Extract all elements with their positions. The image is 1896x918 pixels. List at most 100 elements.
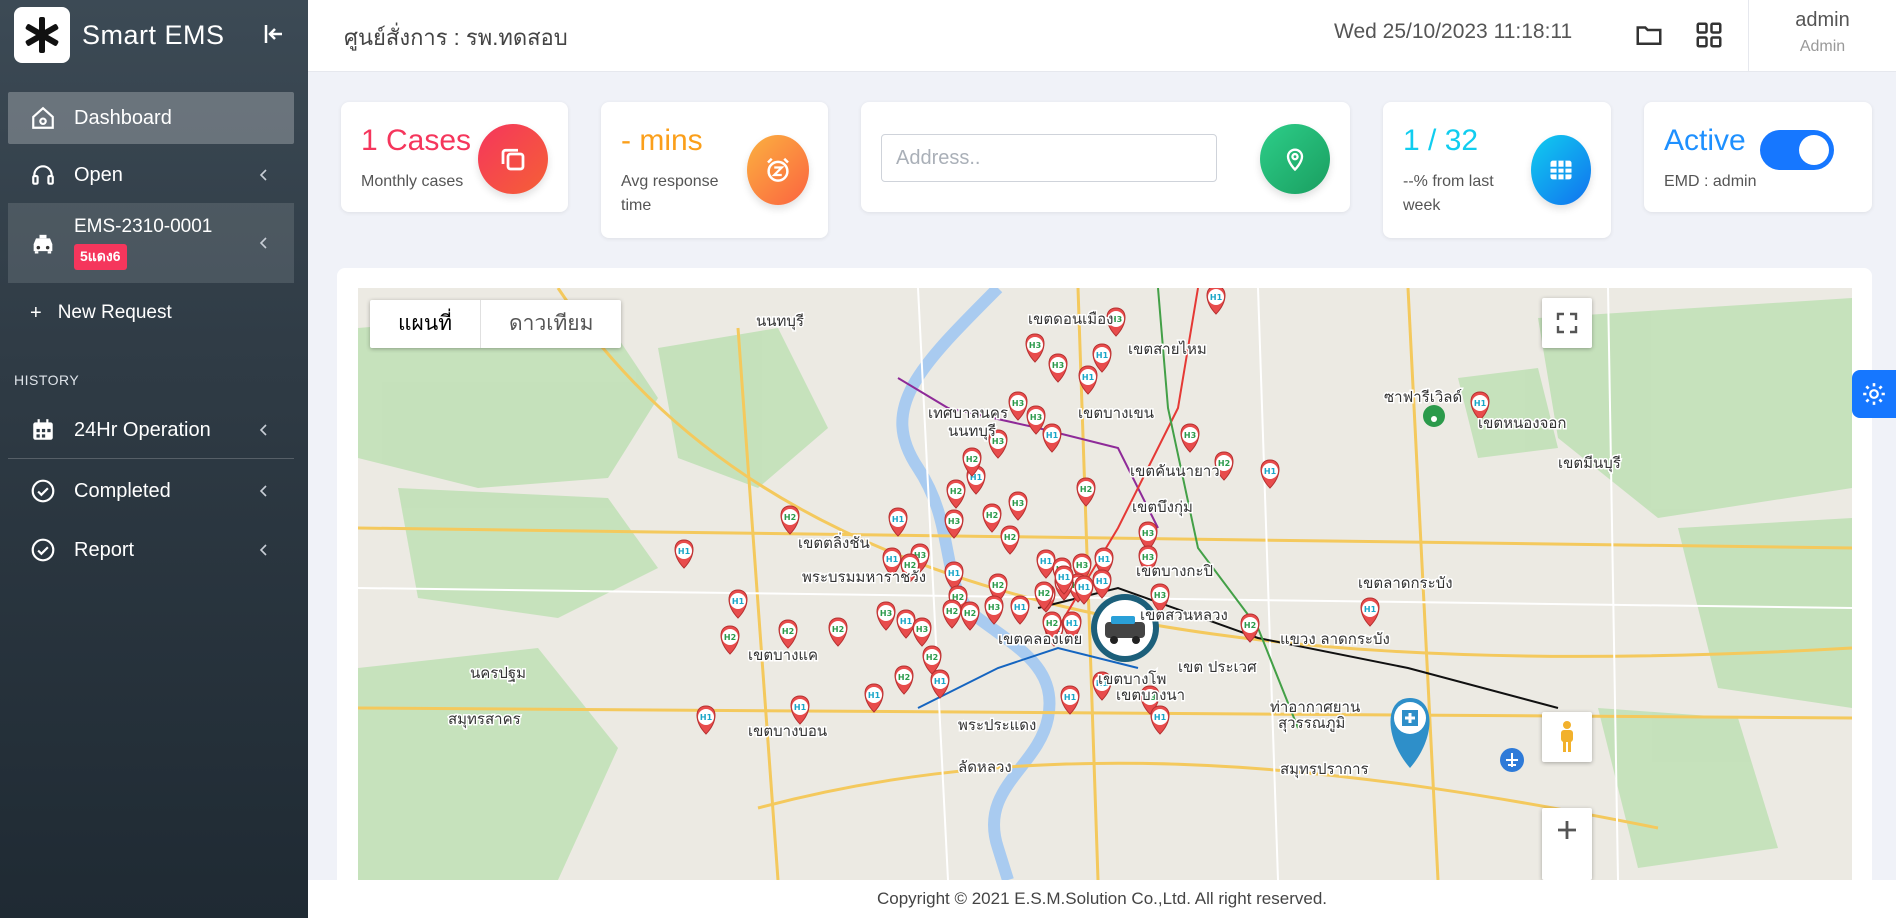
map-place-label: เขตดอนเมือง — [1028, 310, 1113, 328]
apps-grid-icon[interactable] — [1694, 20, 1724, 50]
monthly-cases-card: 1 Cases Monthly cases — [341, 102, 568, 212]
settings-button[interactable] — [1852, 370, 1896, 418]
divider — [8, 458, 294, 459]
new-request-button[interactable]: + New Request — [8, 290, 294, 336]
incident-marker-label: H3 — [1029, 341, 1041, 350]
incident-marker-label: H3 — [1012, 399, 1024, 408]
chevron-left-icon — [259, 485, 267, 497]
check-circle-icon — [28, 476, 58, 506]
incident-marker-label: H3 — [1076, 561, 1088, 570]
map-place-label: เขตสายไหม — [1128, 340, 1207, 358]
incident-marker-label: H3 — [1184, 431, 1196, 440]
sidebar-item-label: Report — [74, 538, 135, 561]
sidebar: Smart EMS Dashboard Open EMS-2310-0001 5… — [0, 0, 308, 918]
incident-marker-label: H2 — [724, 633, 736, 642]
gear-icon — [1863, 383, 1885, 405]
incident-marker-label: H1 — [892, 515, 905, 524]
map-place-label: เขตสวนหลวง — [1140, 606, 1228, 624]
chevron-left-icon — [259, 544, 267, 556]
sidebar-item-report[interactable]: Report — [8, 525, 294, 575]
incident-marker-label: H2 — [926, 653, 938, 662]
response-value: - mins — [621, 124, 703, 157]
map-place-label: สุวรรณภูมิ — [1278, 714, 1345, 733]
status-card: Active EMD : admin — [1644, 102, 1872, 212]
incident-marker-label: H2 — [1244, 621, 1256, 630]
user-menu[interactable]: admin Admin — [1748, 0, 1896, 72]
case-info: EMS-2310-0001 5แดง6 — [74, 216, 212, 270]
response-label-line1: Avg response — [621, 173, 719, 190]
plus-icon — [1558, 821, 1576, 839]
current-datetime: Wed 25/10/2023 11:18:11 — [1334, 20, 1573, 43]
status-value: Active — [1664, 124, 1746, 157]
user-name: admin — [1795, 9, 1850, 31]
incident-marker-label: H1 — [1058, 573, 1071, 582]
page-title: ศูนย์สั่งการ : รพ.ทดสอบ — [344, 25, 568, 50]
response-label-line2: time — [621, 197, 652, 214]
incident-map[interactable]: H1 H3 H3 H3 H1 H1 H3 H3 H1 H3 H3 H2 H1 H1 H2 H1 H2 H3 H2 H3… — [358, 288, 1852, 880]
weekly-label: --% from last week — [1403, 170, 1494, 218]
street-view-button[interactable] — [1542, 712, 1592, 762]
map-place-label: เขต ประเวศ — [1178, 658, 1257, 676]
top-header: ศูนย์สั่งการ : รพ.ทดสอบ Wed 25/10/2023 1… — [308, 0, 1896, 72]
fullscreen-icon — [1556, 312, 1578, 334]
incident-marker-label: H1 — [700, 713, 713, 722]
sidebar-item-24hr-operation[interactable]: 24Hr Operation — [8, 406, 294, 454]
incident-marker-label: H3 — [1012, 499, 1024, 508]
map-type-tabs: แผนที่ ดาวเทียม — [370, 300, 622, 348]
map-place-label: เขตบางบอน — [748, 722, 827, 740]
tab-satellite[interactable]: ดาวเทียม — [481, 300, 621, 348]
incident-marker-label: H2 — [964, 609, 976, 618]
map-place-label: เขตตลิ่งชัน — [798, 532, 870, 552]
location-pin-button[interactable] — [1260, 124, 1330, 194]
incident-marker-label: H1 — [678, 547, 691, 556]
star-of-life-icon — [25, 17, 59, 53]
incident-marker-label: H1 — [1078, 583, 1091, 592]
case-id: EMS-2310-0001 — [74, 216, 213, 237]
response-label: Avg response time — [621, 170, 719, 218]
incident-marker-label: H1 — [1082, 373, 1095, 382]
user-role: Admin — [1799, 38, 1846, 55]
avg-response-card: - mins Avg response time — [601, 102, 828, 238]
incident-marker-label: H1 — [1014, 603, 1027, 612]
fullscreen-button[interactable] — [1542, 298, 1592, 348]
incident-marker-label: H1 — [1040, 557, 1053, 566]
cases-value: 1 Cases — [361, 124, 472, 157]
map-canvas[interactable]: H1H3H3H3H1H1H3H3H1H3H3H2H1H1H2H1H2H3H2H3… — [358, 288, 1852, 880]
sidebar-item-case[interactable]: EMS-2310-0001 5แดง6 — [8, 203, 294, 283]
map-place-label: เทศบาลนคร — [928, 404, 1008, 422]
map-place-label: เขตบางเขน — [1078, 404, 1154, 422]
sidebar-item-label: Open — [74, 163, 123, 186]
incident-marker-label: H1 — [948, 569, 961, 578]
map-place-label: นนทบุรี — [756, 312, 804, 331]
map-place-label: สมุทรปราการ — [1280, 760, 1369, 779]
map-place-label: เขตบางนา — [1116, 686, 1185, 704]
tab-map[interactable]: แผนที่ — [370, 300, 482, 348]
folder-icon[interactable] — [1634, 20, 1664, 50]
address-input[interactable] — [881, 134, 1217, 182]
incident-marker-label: H3 — [1052, 361, 1064, 370]
active-toggle[interactable] — [1760, 130, 1834, 170]
copy-icon — [478, 124, 548, 194]
toggle-knob — [1799, 135, 1829, 165]
footer: Copyright © 2021 E.S.M.Solution Co.,Ltd.… — [308, 880, 1896, 918]
sidebar-item-open[interactable]: Open — [8, 150, 294, 200]
map-place-label: เขตบางแค — [748, 646, 818, 664]
zoom-in-button[interactable] — [1542, 808, 1592, 880]
pegman-icon — [1561, 721, 1573, 752]
incident-marker-label: H1 — [868, 691, 881, 700]
incident-marker-label: H2 — [1038, 589, 1050, 598]
collapse-sidebar-icon[interactable] — [262, 22, 286, 46]
grid-table-icon — [1531, 135, 1591, 205]
sidebar-item-label: Completed — [74, 479, 171, 502]
map-place-label: เขตคันนายาว — [1130, 462, 1220, 480]
weekly-stat-card: 1 / 32 --% from last week — [1383, 102, 1611, 238]
ambulance-marker[interactable] — [1091, 594, 1159, 662]
plus-icon: + — [30, 301, 42, 324]
taxi-icon — [28, 228, 58, 258]
incident-marker-label: H1 — [1096, 577, 1109, 586]
incident-marker-label: H2 — [966, 455, 978, 464]
sidebar-item-completed[interactable]: Completed — [8, 466, 294, 516]
headset-icon — [28, 160, 58, 190]
cases-label: Monthly cases — [361, 173, 464, 190]
sidebar-item-dashboard[interactable]: Dashboard — [8, 92, 294, 144]
